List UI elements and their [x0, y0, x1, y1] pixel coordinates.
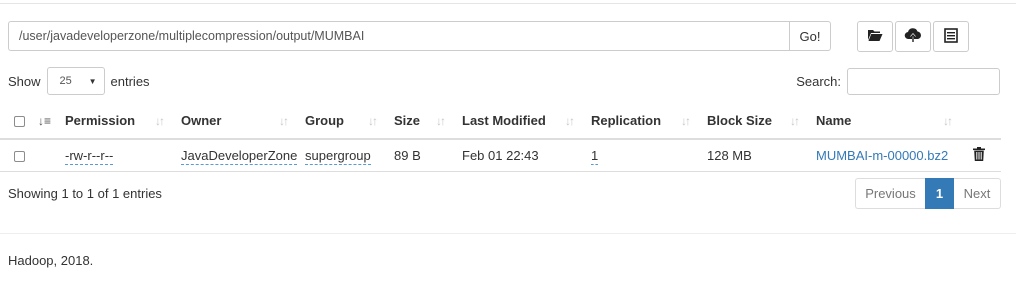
table-row: -rw-r--r-- JavaDeveloperZone supergroup … — [0, 139, 1001, 172]
entries-label: entries — [110, 73, 150, 89]
file-name-link[interactable]: MUMBAI-m-00000.bz2 — [816, 148, 948, 163]
cell-last-modified: Feb 01 22:43 — [454, 139, 583, 172]
column-header-group[interactable]: Group ↓↑ — [297, 103, 386, 140]
select-all-checkbox[interactable] — [14, 116, 25, 128]
sort-icon: ↓↑ — [681, 113, 691, 128]
top-divider — [0, 3, 1016, 4]
entries-select[interactable]: 25 ▼ — [46, 67, 105, 95]
column-header-owner[interactable]: Owner ↓↑ — [173, 103, 297, 140]
list-alt-icon — [944, 27, 958, 46]
cell-name: MUMBAI-m-00000.bz2 — [808, 139, 961, 172]
column-header-replication[interactable]: Replication ↓↑ — [583, 103, 699, 140]
cell-actions — [961, 139, 1001, 172]
create-directory-button[interactable] — [857, 21, 893, 52]
sort-icon: ↓↑ — [565, 113, 575, 128]
show-label: Show — [8, 73, 41, 89]
cell-permission[interactable]: -rw-r--r-- — [57, 139, 173, 172]
entries-select-value: 25 — [59, 75, 72, 87]
path-bar: Go! — [8, 21, 831, 51]
row-checkbox[interactable] — [14, 150, 25, 162]
sort-icon: ↓↑ — [436, 113, 446, 128]
chevron-down-icon: ▼ — [88, 76, 97, 86]
row-blank-cell — [30, 139, 57, 172]
pagination: Previous 1 Next — [855, 178, 1001, 209]
trash-icon[interactable] — [973, 146, 985, 164]
cut-paste-button[interactable] — [933, 21, 969, 52]
replication-value[interactable]: 1 — [591, 147, 599, 165]
go-button[interactable]: Go! — [789, 21, 831, 51]
search-input[interactable] — [847, 68, 1000, 95]
cell-block-size: 128 MB — [699, 139, 808, 172]
cell-owner: JavaDeveloperZone — [173, 139, 298, 172]
group-value[interactable]: supergroup — [305, 147, 371, 165]
cloud-upload-icon — [904, 27, 922, 46]
table-info: Showing 1 to 1 of 1 entries — [8, 186, 162, 201]
sort-icon: ↓↑ — [368, 113, 378, 128]
path-input[interactable] — [8, 21, 789, 51]
cell-group: supergroup — [297, 139, 386, 172]
sort-icon: ↓↑ — [279, 113, 289, 128]
column-header-block-size[interactable]: Block Size ↓↑ — [699, 103, 808, 140]
footer-divider — [0, 233, 1016, 234]
next-page-button[interactable]: Next — [954, 178, 1001, 209]
sort-header-default[interactable]: ↓≡ — [30, 103, 57, 140]
row-select-cell — [0, 139, 30, 172]
sort-icon: ↓↑ — [943, 113, 953, 128]
sort-amount-icon: ↓≡ — [38, 114, 52, 128]
entries-length-control: Show 25 ▼ entries — [8, 67, 150, 95]
actions-header — [961, 103, 1001, 140]
cell-replication: 1 — [583, 139, 699, 172]
select-all-header — [0, 103, 30, 140]
search-label: Search: — [796, 74, 841, 89]
previous-page-button[interactable]: Previous — [855, 178, 925, 209]
search-control: Search: — [796, 68, 1000, 95]
folder-open-icon — [867, 28, 883, 45]
cell-size: 89 B — [386, 139, 454, 172]
sort-icon: ↓↑ — [790, 113, 800, 128]
page-1-button[interactable]: 1 — [925, 178, 954, 209]
column-header-permission[interactable]: Permission ↓↑ — [57, 103, 173, 140]
column-header-last-modified[interactable]: Last Modified ↓↑ — [454, 103, 583, 140]
sort-icon: ↓↑ — [155, 113, 165, 128]
column-header-size[interactable]: Size ↓↑ — [386, 103, 454, 140]
permission-value[interactable]: -rw-r--r-- — [65, 147, 114, 165]
file-table: ↓≡ Permission ↓↑ Owner ↓↑ Group ↓↑ Size … — [0, 103, 1001, 172]
column-header-name[interactable]: Name ↓↑ — [808, 103, 961, 140]
owner-value[interactable]: JavaDeveloperZone — [181, 147, 298, 165]
footer-text: Hadoop, 2018. — [8, 253, 94, 268]
table-header-row: ↓≡ Permission ↓↑ Owner ↓↑ Group ↓↑ Size … — [0, 103, 1001, 140]
upload-button[interactable] — [895, 21, 931, 52]
